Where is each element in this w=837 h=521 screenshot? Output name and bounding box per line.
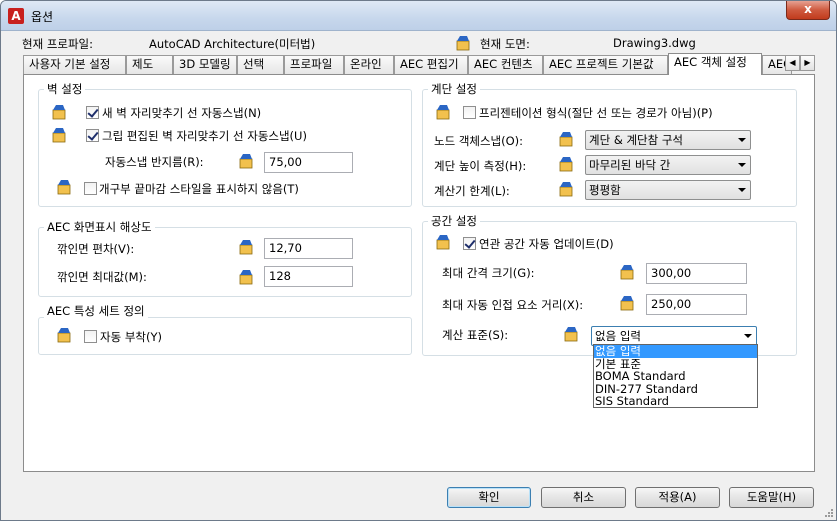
stair-height-value: 마무리된 바닥 간 [589, 158, 671, 172]
stair-height-label: 계단 높이 측정(H): [434, 159, 527, 173]
tab-aec-object-settings[interactable]: AEC 객체 설정 [668, 53, 762, 75]
chevron-down-icon [744, 334, 752, 338]
tab-3d-modeling[interactable]: 3D 모델링 [173, 55, 237, 74]
stair-settings-title: 계단 설정 [428, 81, 480, 97]
facet-deviation-label: 깎인면 편차(V): [57, 242, 135, 256]
stair-height-select[interactable]: 마무리된 바닥 간 [585, 155, 751, 175]
drawing-default-icon [620, 296, 634, 311]
calculation-standard-label: 계산 표준(S): [442, 328, 509, 342]
chevron-down-icon [738, 188, 746, 192]
max-adjacency-distance-label: 최대 자동 인접 요소 거리(X): [442, 298, 584, 312]
property-set-title: AEC 특성 세트 정의 [44, 303, 148, 319]
current-profile-value: AutoCAD Architecture(미터법) [149, 37, 316, 51]
display-resolution-group [38, 227, 412, 297]
resize-grip-icon[interactable] [824, 508, 834, 518]
tab-scroll-left-icon[interactable]: ◀ [785, 55, 800, 71]
cancel-button[interactable]: 취소 [541, 487, 626, 508]
node-osnap-select[interactable]: 계단 & 계단참 구석 [585, 130, 751, 150]
wall-settings-title: 벽 설정 [44, 81, 86, 97]
drawing-default-icon [559, 182, 573, 197]
options-dialog: A 옵션 x 현재 프로파일: AutoCAD Architecture(미터법… [0, 0, 837, 521]
drawing-default-icon [52, 105, 66, 120]
wall-grip-snap-label: 그립 편집된 벽 자리맞추기 선 자동스냅(U) [102, 129, 307, 143]
apply-button[interactable]: 적용(A) [635, 487, 720, 508]
calculation-standard-select[interactable]: 없음 입력 [591, 326, 757, 346]
dropdown-option-sis[interactable]: SIS Standard [594, 395, 757, 408]
title-bar[interactable]: A 옵션 x [1, 1, 836, 31]
auto-attach-checkbox[interactable] [84, 330, 97, 343]
drawing-default-icon [564, 327, 578, 342]
wall-grip-snap-checkbox[interactable] [86, 129, 99, 142]
tab-aec-editor[interactable]: AEC 편집기 [394, 55, 468, 74]
calculation-standard-dropdown: 없음 입력 기본 표준 BOMA Standard DIN-277 Standa… [593, 344, 758, 408]
calculator-limits-value: 평평함 [589, 183, 621, 197]
wall-auto-snap-label: 새 벽 자리맞추기 선 자동스냅(N) [102, 106, 262, 120]
node-osnap-label: 노드 객체스냅(O): [434, 134, 524, 148]
facet-deviation-input[interactable]: 12,70 [264, 238, 353, 259]
auto-update-spaces-checkbox[interactable] [463, 237, 476, 250]
current-drawing-value: Drawing3.dwg [613, 36, 696, 50]
auto-update-spaces-label: 연관 공간 자동 업데이트(D) [479, 237, 614, 251]
drawing-default-icon [239, 270, 253, 285]
presentation-format-label: 프리젠테이션 형식(절단 선 또는 경로가 아님)(P) [479, 106, 713, 120]
opening-endcap-label: 개구부 끝마감 스타일을 표시하지 않음(T) [99, 182, 299, 196]
tab-user-preferences[interactable]: 사용자 기본 설정 [23, 55, 126, 74]
calculator-limits-select[interactable]: 평평함 [585, 180, 751, 200]
tab-aec-content[interactable]: AEC 컨텐츠 [468, 55, 543, 74]
tab-selection[interactable]: 선택 [237, 55, 284, 74]
facet-max-input[interactable]: 128 [264, 266, 353, 287]
auto-attach-label: 자동 부착(Y) [100, 330, 162, 344]
tab-online[interactable]: 온라인 [344, 55, 394, 74]
drawing-default-icon [239, 240, 253, 255]
tab-scroll-right-icon[interactable]: ▶ [800, 55, 815, 71]
drawing-default-icon [436, 105, 450, 120]
drawing-icon [456, 36, 470, 51]
help-button[interactable]: 도움말(H) [729, 487, 814, 508]
max-gap-label: 최대 간격 크기(G): [442, 266, 535, 280]
window-title: 옵션 [31, 10, 54, 24]
space-settings-title: 공간 설정 [428, 213, 480, 229]
drawing-default-icon [559, 157, 573, 172]
drawing-default-icon [620, 265, 634, 280]
tab-drafting[interactable]: 제도 [126, 55, 173, 74]
calculation-standard-value: 없음 입력 [595, 329, 641, 343]
facet-max-label: 깎인면 최대값(M): [57, 270, 147, 284]
wall-auto-snap-checkbox[interactable] [86, 106, 99, 119]
drawing-default-icon [436, 235, 450, 250]
drawing-default-icon [57, 180, 71, 195]
tab-profiles[interactable]: 프로파일 [284, 55, 344, 74]
max-gap-input[interactable]: 300,00 [646, 263, 747, 284]
display-resolution-title: AEC 화면표시 해상도 [44, 219, 155, 235]
autosnap-radius-input[interactable]: 75,00 [264, 152, 353, 173]
node-osnap-value: 계단 & 계단참 구석 [589, 133, 683, 147]
max-adjacency-distance-input[interactable]: 250,00 [646, 294, 747, 315]
current-drawing-label: 현재 도면: [480, 37, 530, 51]
autocad-app-icon[interactable]: A [8, 8, 24, 24]
chevron-down-icon [738, 163, 746, 167]
dropdown-option-none[interactable]: 없음 입력 [594, 345, 757, 358]
dropdown-option-boma[interactable]: BOMA Standard [594, 370, 757, 383]
presentation-format-checkbox[interactable] [463, 106, 476, 119]
drawing-default-icon [52, 128, 66, 143]
drawing-default-icon [239, 154, 253, 169]
opening-endcap-checkbox[interactable] [84, 182, 97, 195]
drawing-default-icon [559, 132, 573, 147]
calculator-limits-label: 계산기 한계(L): [434, 184, 510, 198]
chevron-down-icon [738, 138, 746, 142]
ok-button[interactable]: 확인 [447, 487, 531, 508]
close-button[interactable]: x [786, 1, 830, 20]
drawing-default-icon [57, 328, 71, 343]
tab-aec-project-defaults[interactable]: AEC 프로젝트 기본값 [543, 55, 668, 74]
autosnap-radius-label: 자동스냅 반지름(R): [105, 155, 204, 169]
current-profile-label: 현재 프로파일: [22, 37, 94, 51]
